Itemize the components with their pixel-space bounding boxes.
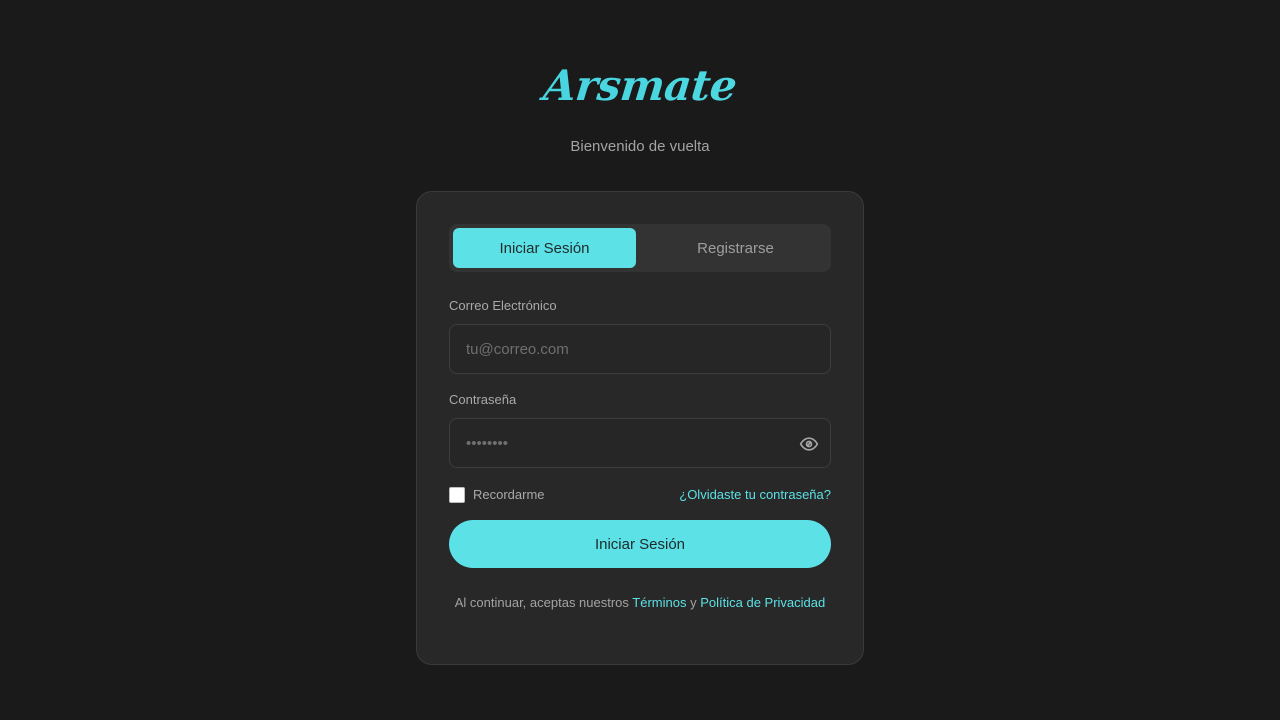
terms-notice: Al continuar, aceptas nuestros Términos … bbox=[449, 593, 831, 613]
login-page: Arsmate Bienvenido de vuelta Iniciar Ses… bbox=[0, 0, 1280, 720]
terms-conjunction: y bbox=[686, 595, 701, 610]
password-label: Contraseña bbox=[449, 392, 517, 407]
remember-forgot-row: Recordarme ¿Olvidaste tu contraseña? bbox=[449, 485, 831, 505]
forgot-password-link[interactable]: ¿Olvidaste tu contraseña? bbox=[679, 487, 831, 502]
terms-prefix: Al continuar, aceptas nuestros bbox=[454, 595, 633, 610]
terms-link[interactable]: Términos bbox=[632, 595, 686, 610]
tab-register[interactable]: Registrarse bbox=[644, 228, 827, 268]
remember-label: Recordarme bbox=[473, 487, 545, 502]
remember-checkbox[interactable] bbox=[449, 487, 465, 503]
password-field[interactable] bbox=[450, 419, 830, 467]
password-field-wrapper bbox=[449, 418, 831, 468]
auth-tabs: Iniciar Sesión Registrarse bbox=[449, 224, 831, 272]
eye-icon[interactable] bbox=[798, 433, 820, 455]
email-label: Correo Electrónico bbox=[449, 298, 557, 313]
login-submit-button[interactable]: Iniciar Sesión bbox=[449, 520, 831, 568]
email-field-wrapper bbox=[449, 324, 831, 374]
email-field[interactable] bbox=[450, 325, 830, 373]
privacy-link[interactable]: Política de Privacidad bbox=[700, 595, 825, 610]
brand-logo: Arsmate bbox=[0, 58, 1280, 114]
auth-card: Iniciar Sesión Registrarse Correo Electr… bbox=[416, 191, 864, 665]
tab-login[interactable]: Iniciar Sesión bbox=[453, 228, 636, 268]
welcome-subtitle: Bienvenido de vuelta bbox=[570, 138, 710, 155]
